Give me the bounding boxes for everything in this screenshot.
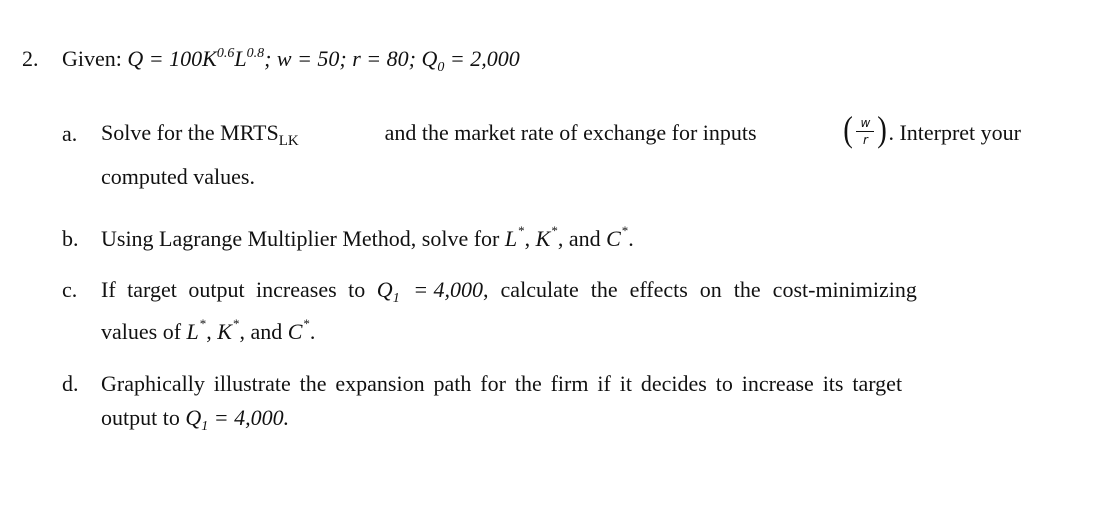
item-a-text2: and the market rate of exchange for inpu…	[384, 120, 757, 145]
item-d-label: d.	[62, 371, 79, 396]
item-a-line1: Solve for the MRTSLK and the market rate…	[101, 109, 1021, 149]
item-a-text1: Solve for the MRTSLK	[101, 120, 299, 149]
w-over-r-fraction: ( w r )	[843, 109, 888, 149]
item-a-line2: computed values.	[101, 164, 255, 189]
item-a-fraction-part: ( w r ) . Interpret your	[843, 109, 1021, 149]
item-d-line1: Graphically illustrate the expansion pat…	[101, 371, 903, 396]
item-b-label: b.	[62, 226, 79, 251]
given-statement: Given: Q = 100K0.6L0.8; w = 50; r = 80; …	[62, 46, 520, 75]
item-b-text: Using Lagrange Multiplier Method, solve …	[101, 223, 634, 251]
given-label: Given:	[62, 46, 122, 71]
item-d-line2: output to Q1 = 4,000.	[101, 405, 290, 434]
problem-number: 2.	[22, 46, 39, 71]
given-equation: Q = 100K0.6L0.8; w = 50; r = 80; Q0 = 2,…	[127, 46, 520, 75]
item-c-line1: If target output increases to Q1 = 4,000…	[101, 277, 917, 306]
item-c-label: c.	[62, 277, 78, 302]
item-a-label: a.	[62, 121, 78, 146]
item-c-line2: values of L*, K*, and C*.	[101, 316, 316, 344]
